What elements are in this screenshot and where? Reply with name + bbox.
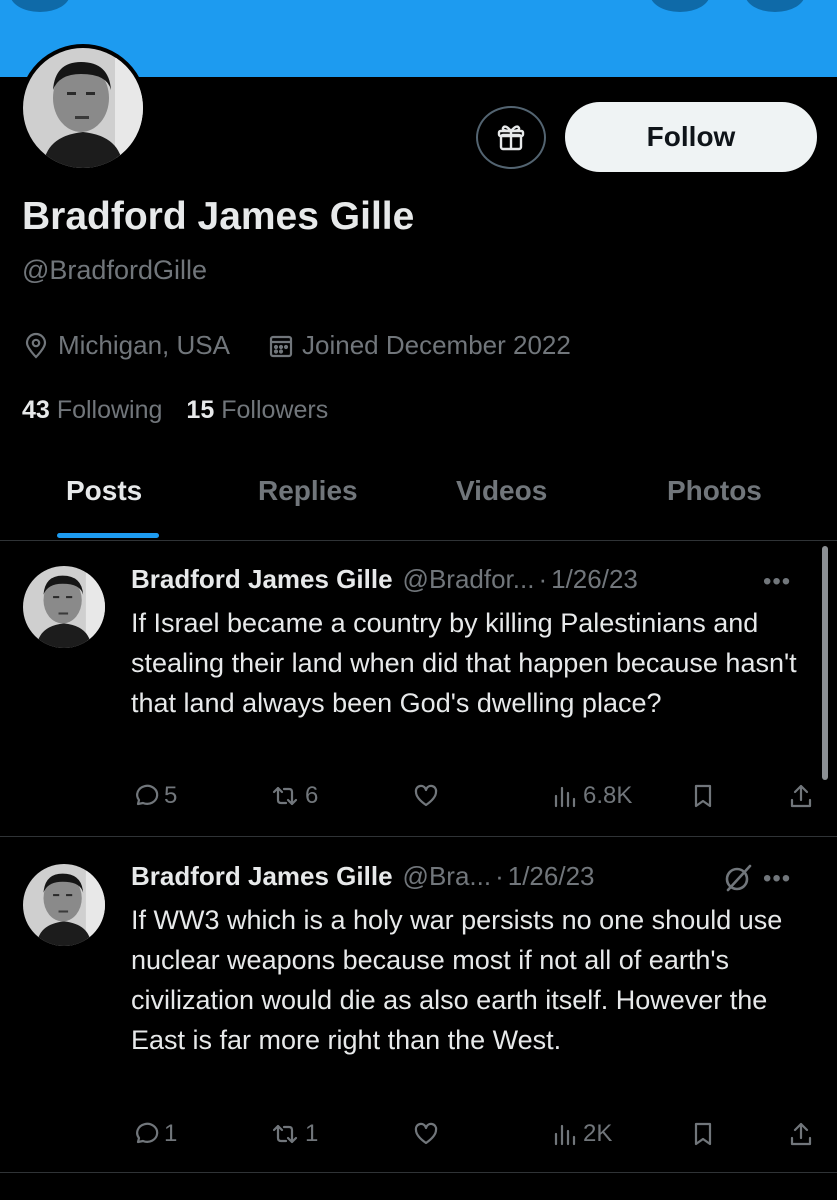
post-author-handle[interactable]: @Bradfor...: [403, 564, 535, 595]
like-icon: [414, 784, 438, 807]
banner-edge-shape: [650, 0, 710, 12]
post-divider: [0, 836, 837, 837]
tab-replies[interactable]: Replies: [258, 475, 358, 507]
bookmark-button[interactable]: [690, 782, 716, 810]
reply-icon: [136, 1122, 159, 1144]
followers-count: 15: [186, 396, 215, 424]
reply-count: 1: [164, 1120, 178, 1147]
tabs-divider: [0, 540, 837, 541]
post-text: If WW3 which is a holy war persists no o…: [131, 905, 783, 1055]
tab-posts[interactable]: Posts: [66, 475, 142, 507]
views-icon: [554, 1124, 576, 1146]
active-tab-indicator: [57, 533, 159, 538]
more-icon[interactable]: •••: [763, 865, 791, 893]
reply-button[interactable]: 5: [131, 782, 177, 810]
views-button[interactable]: 2K: [552, 1120, 612, 1148]
repost-icon: [272, 786, 298, 806]
post-date[interactable]: 1/26/23: [551, 564, 638, 595]
calendar-icon: [269, 335, 293, 357]
share-button[interactable]: [788, 1120, 814, 1148]
reply-icon: [136, 784, 159, 806]
share-icon: [790, 784, 812, 808]
views-icon: [554, 786, 576, 808]
post-author-handle[interactable]: @Bra...: [403, 861, 492, 892]
repost-button[interactable]: 6: [270, 782, 318, 810]
post-author-avatar[interactable]: [23, 864, 105, 946]
share-button[interactable]: [788, 782, 814, 810]
post-text: If Israel became a country by killing Pa…: [131, 608, 797, 718]
more-icon[interactable]: •••: [763, 568, 791, 596]
views-button[interactable]: 6.8K: [552, 782, 632, 810]
post-date[interactable]: 1/26/23: [508, 861, 595, 892]
tab-photos[interactable]: Photos: [667, 475, 762, 507]
location-text: Michigan, USA: [58, 330, 230, 360]
like-button[interactable]: [412, 1120, 440, 1148]
bookmark-icon: [694, 784, 712, 808]
profile-location: Michigan, USA: [22, 330, 230, 361]
profile-display-name: Bradford James Gille: [22, 195, 415, 238]
bookmark-button[interactable]: [690, 1120, 716, 1148]
follow-stats: 43 Following 15 Followers: [22, 396, 328, 425]
reply-button[interactable]: 1: [131, 1120, 177, 1148]
joined-text: Joined December 2022: [302, 330, 571, 360]
gift-button[interactable]: [476, 106, 546, 169]
post-header: Bradford James Gille @Bradfor... · 1/26/…: [131, 564, 638, 595]
repost-icon: [272, 1124, 298, 1144]
following-label: Following: [56, 396, 163, 424]
following-count: 43: [22, 396, 50, 424]
followers-link[interactable]: 15 Followers: [186, 396, 328, 425]
profile-joined: Joined December 2022: [268, 330, 571, 361]
banner-edge-shape: [745, 0, 805, 12]
post-header: Bradford James Gille @Bra... · 1/26/23: [131, 861, 595, 892]
scrollbar[interactable]: [822, 546, 828, 780]
followers-label: Followers: [221, 396, 329, 424]
post-author-name[interactable]: Bradford James Gille: [131, 861, 393, 892]
views-count: 6.8K: [583, 782, 633, 809]
separator-dot: ·: [538, 564, 548, 594]
banner-edge-shape: [10, 0, 70, 12]
repost-button[interactable]: 1: [270, 1120, 318, 1148]
separator-dot: ·: [495, 861, 504, 891]
post-author-name[interactable]: Bradford James Gille: [131, 564, 393, 595]
share-icon: [790, 1122, 812, 1146]
repost-count: 6: [305, 782, 319, 809]
following-link[interactable]: 43 Following: [22, 396, 162, 425]
profile-handle: @BradfordGille: [22, 255, 207, 285]
gift-icon: [497, 124, 525, 150]
follow-button[interactable]: Follow: [565, 102, 817, 172]
reply-count: 5: [164, 782, 178, 809]
grok-icon[interactable]: [720, 860, 756, 896]
like-button[interactable]: [412, 782, 440, 810]
location-pin-icon: [25, 332, 47, 359]
profile-avatar[interactable]: [19, 44, 147, 172]
like-icon: [414, 1122, 438, 1145]
tab-videos[interactable]: Videos: [456, 475, 547, 507]
post-divider: [0, 1172, 837, 1173]
views-count: 2K: [583, 1120, 613, 1147]
repost-count: 1: [305, 1120, 319, 1147]
post-author-avatar[interactable]: [23, 566, 105, 648]
bookmark-icon: [694, 1122, 712, 1146]
